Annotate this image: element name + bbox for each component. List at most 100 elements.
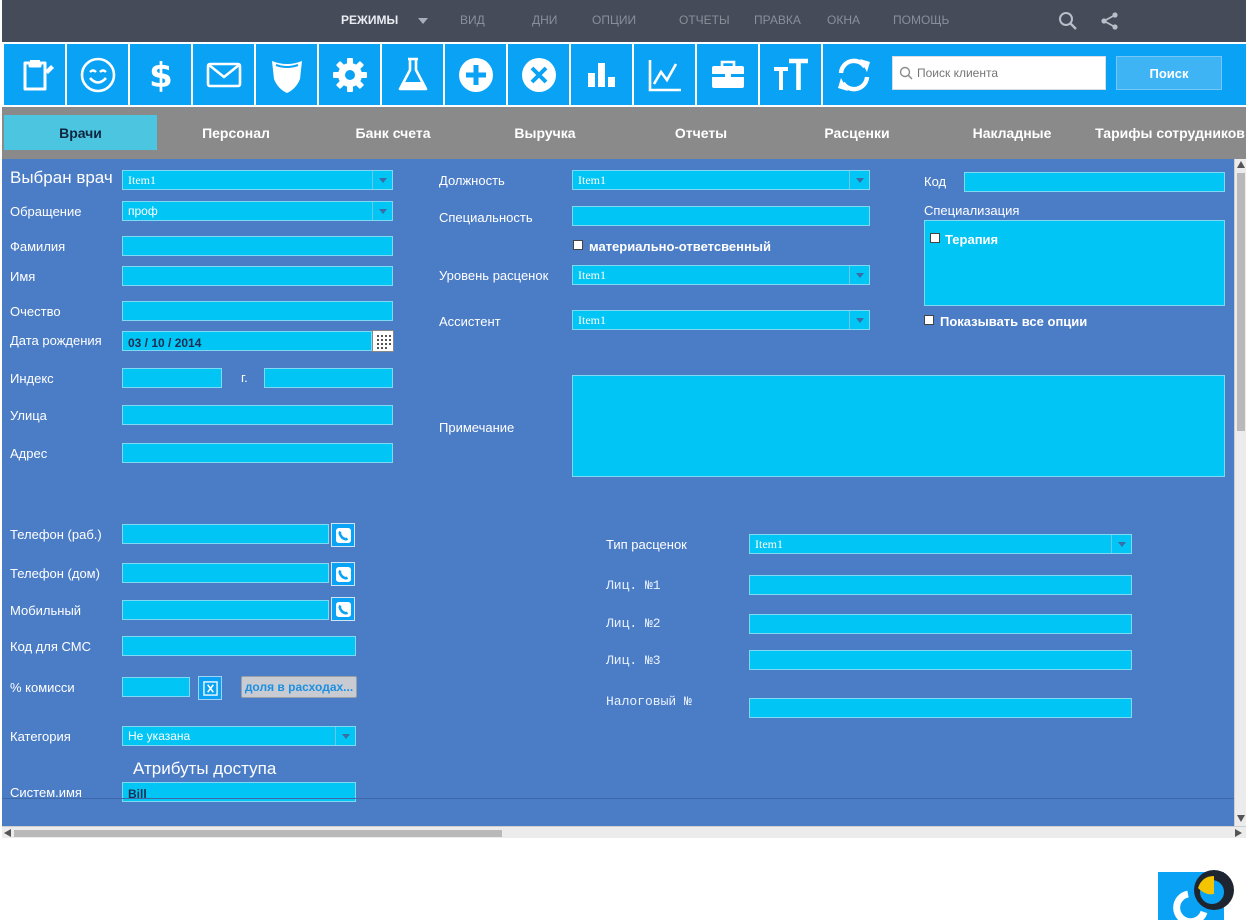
price-level-select[interactable]: Item1 <box>572 265 870 285</box>
tool-briefcase-button[interactable] <box>697 44 758 105</box>
lastname-field[interactable] <box>122 236 393 258</box>
search-icon[interactable] <box>1058 11 1078 31</box>
patronymic-input[interactable] <box>123 304 392 323</box>
birthdate-field[interactable] <box>122 331 372 352</box>
lastname-input[interactable] <box>123 239 392 258</box>
chevron-down-icon[interactable] <box>849 171 869 189</box>
sms-code-field[interactable] <box>122 636 356 658</box>
city-input[interactable] <box>265 371 392 390</box>
tool-smile-button[interactable] <box>67 44 128 105</box>
menu-help[interactable]: ПОМОЩЬ <box>893 13 949 27</box>
cost-share-button[interactable]: доля в расходах... <box>241 676 357 698</box>
commission-input[interactable] <box>123 680 189 699</box>
index-input[interactable] <box>123 371 221 390</box>
chevron-down-icon[interactable] <box>372 171 392 189</box>
tool-add-button[interactable] <box>445 44 506 105</box>
mobile-input[interactable] <box>123 603 328 622</box>
chevron-down-icon[interactable] <box>335 727 355 745</box>
specialization-list[interactable]: Терапия <box>924 220 1225 306</box>
tool-text-size-button[interactable] <box>760 44 821 105</box>
phone-work-input[interactable] <box>123 527 328 546</box>
license2-field[interactable] <box>749 614 1132 636</box>
mobile-field[interactable] <box>122 600 329 622</box>
index-field[interactable] <box>122 368 222 390</box>
financially-responsible-checkbox[interactable] <box>573 240 583 250</box>
tab-invoices[interactable]: Накладные <box>952 115 1072 150</box>
scroll-down-icon[interactable] <box>1237 815 1245 822</box>
sms-code-input[interactable] <box>123 639 355 658</box>
specialization-checkbox[interactable] <box>930 233 940 243</box>
code-input[interactable] <box>965 175 1224 194</box>
menu-windows[interactable]: ОКНА <box>827 13 860 27</box>
chevron-down-icon[interactable] <box>418 18 428 24</box>
tool-clipboard-button[interactable] <box>4 44 65 105</box>
tax-number-input[interactable] <box>750 701 1131 720</box>
sysname-input[interactable] <box>123 785 355 803</box>
chevron-down-icon[interactable] <box>849 311 869 329</box>
calendar-button[interactable] <box>372 330 394 352</box>
birthdate-input[interactable] <box>123 334 371 352</box>
price-type-select[interactable]: Item1 <box>749 534 1132 554</box>
tool-envelope-button[interactable] <box>193 44 254 105</box>
search-button[interactable]: Поиск <box>1116 56 1222 90</box>
tool-refresh-button[interactable] <box>823 44 884 105</box>
horizontal-scrollbar[interactable] <box>2 826 1246 838</box>
tool-line-chart-button[interactable] <box>634 44 695 105</box>
street-input[interactable] <box>123 408 392 427</box>
chevron-down-icon[interactable] <box>372 202 392 220</box>
salutation-select[interactable]: проф <box>122 201 393 221</box>
note-textarea[interactable] <box>572 375 1225 477</box>
horizontal-scroll-thumb[interactable] <box>14 830 502 837</box>
code-field[interactable] <box>964 172 1225 194</box>
tool-flask-button[interactable] <box>382 44 443 105</box>
firstname-field[interactable] <box>122 266 393 288</box>
share-icon[interactable] <box>1100 11 1120 31</box>
license1-field[interactable] <box>749 575 1132 597</box>
call-mobile-button[interactable] <box>331 597 355 621</box>
menu-reports[interactable]: ОТЧЕТЫ <box>679 13 730 27</box>
chevron-down-icon[interactable] <box>1111 535 1131 553</box>
license2-input[interactable] <box>750 617 1131 636</box>
address-input[interactable] <box>123 446 392 465</box>
selected-doctor-select[interactable]: Item1 <box>122 170 393 190</box>
address-field[interactable] <box>122 443 393 465</box>
scroll-right-icon[interactable] <box>1235 829 1242 837</box>
menu-modes[interactable]: РЕЖИМЫ <box>341 13 398 27</box>
tab-staff[interactable]: Персонал <box>172 115 300 150</box>
specialty-field[interactable] <box>572 206 870 228</box>
vertical-scroll-thumb[interactable] <box>1237 173 1245 431</box>
tab-revenue[interactable]: Выручка <box>488 115 602 150</box>
menu-options[interactable]: ОПЦИИ <box>592 13 636 27</box>
tab-staff-rates[interactable]: Тарифы сотрудников <box>1094 115 1246 150</box>
phone-home-input[interactable] <box>123 566 328 585</box>
phone-work-field[interactable] <box>122 524 329 546</box>
phone-home-field[interactable] <box>122 563 329 585</box>
tool-delete-button[interactable] <box>508 44 569 105</box>
tool-bar-chart-button[interactable] <box>571 44 632 105</box>
category-select[interactable]: Не указана <box>122 726 356 746</box>
city-field[interactable] <box>264 368 393 390</box>
vertical-scrollbar[interactable] <box>1234 159 1246 826</box>
call-home-button[interactable] <box>331 562 355 586</box>
specialty-input[interactable] <box>573 209 869 228</box>
scroll-up-icon[interactable] <box>1237 161 1245 168</box>
chevron-down-icon[interactable] <box>849 266 869 284</box>
sysname-field[interactable] <box>122 782 356 803</box>
firstname-input[interactable] <box>123 269 392 288</box>
tax-number-field[interactable] <box>749 698 1132 720</box>
scroll-left-icon[interactable] <box>4 829 11 837</box>
tab-reports[interactable]: Отчеты <box>642 115 760 150</box>
tool-shield-button[interactable] <box>256 44 317 105</box>
menu-view[interactable]: ВИД <box>460 13 485 27</box>
license1-input[interactable] <box>750 578 1131 597</box>
license3-input[interactable] <box>750 653 1131 672</box>
tool-gear-button[interactable] <box>319 44 380 105</box>
client-search-input[interactable] <box>917 57 1103 89</box>
tab-prices[interactable]: Расценки <box>798 115 916 150</box>
position-select[interactable]: Item1 <box>572 170 870 190</box>
show-all-options-checkbox[interactable] <box>924 315 934 325</box>
excel-button[interactable] <box>198 676 222 700</box>
tab-doctors[interactable]: Врачи <box>4 115 157 150</box>
client-search-box[interactable] <box>892 56 1106 90</box>
commission-field[interactable] <box>122 677 190 699</box>
